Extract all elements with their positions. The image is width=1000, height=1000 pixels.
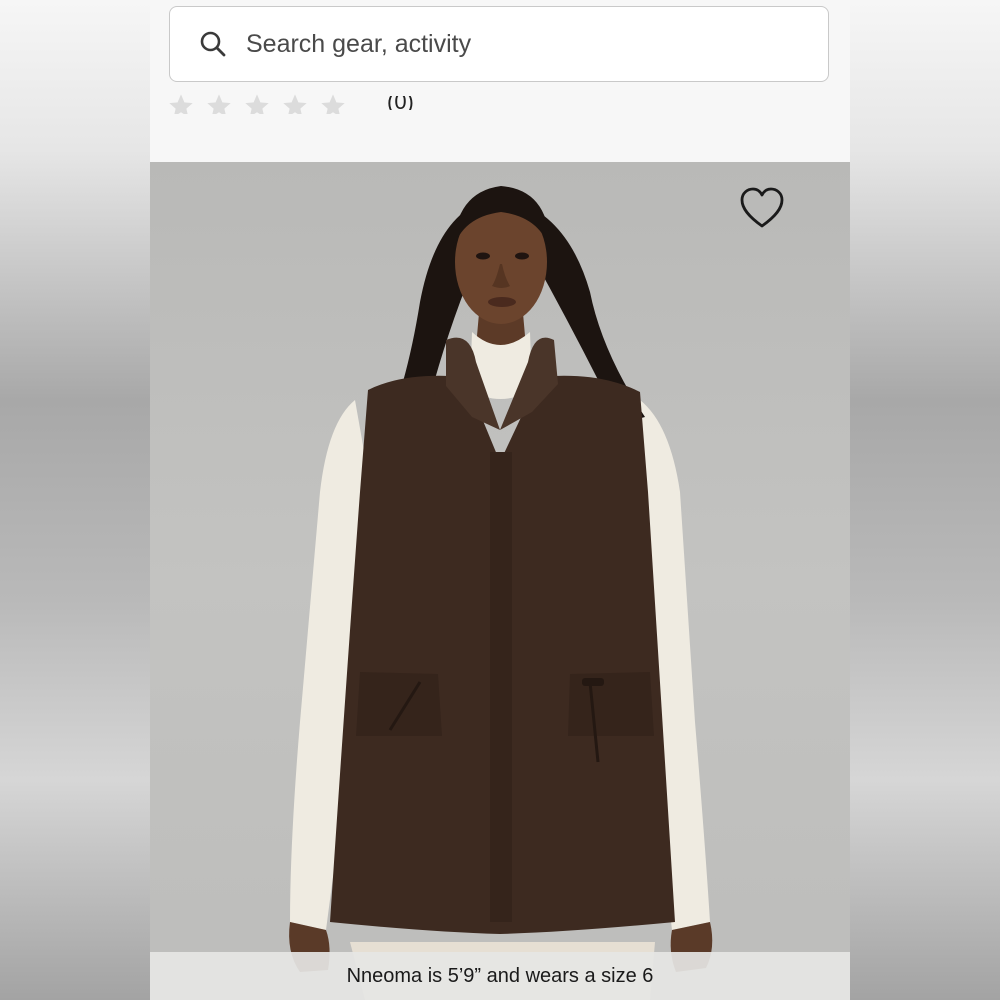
model-photo — [289, 186, 713, 1000]
rating-row[interactable]: (0) — [167, 88, 414, 114]
model-info-caption: Nneoma is 5’9” and wears a size 6 — [150, 952, 850, 1000]
star-icon — [243, 92, 271, 114]
model-size-caption: Nneoma is 5’9” and wears a size 6 — [346, 964, 654, 987]
star-icon — [281, 92, 309, 114]
page-header: (0) — [150, 0, 850, 162]
search-input[interactable] — [244, 28, 788, 60]
star-icon — [167, 92, 195, 114]
star-icon — [319, 92, 347, 114]
review-count-link[interactable]: (0) — [387, 96, 414, 110]
left-blurred-backdrop — [0, 0, 150, 1000]
search-icon — [198, 29, 228, 59]
product-image[interactable]: Nneoma is 5’9” and wears a size 6 — [150, 162, 850, 1000]
star-icon — [205, 92, 233, 114]
heart-outline-icon[interactable] — [738, 186, 786, 230]
product-page: (0) — [150, 0, 850, 1000]
search-bar[interactable] — [169, 6, 829, 82]
right-blurred-backdrop — [850, 0, 1000, 1000]
